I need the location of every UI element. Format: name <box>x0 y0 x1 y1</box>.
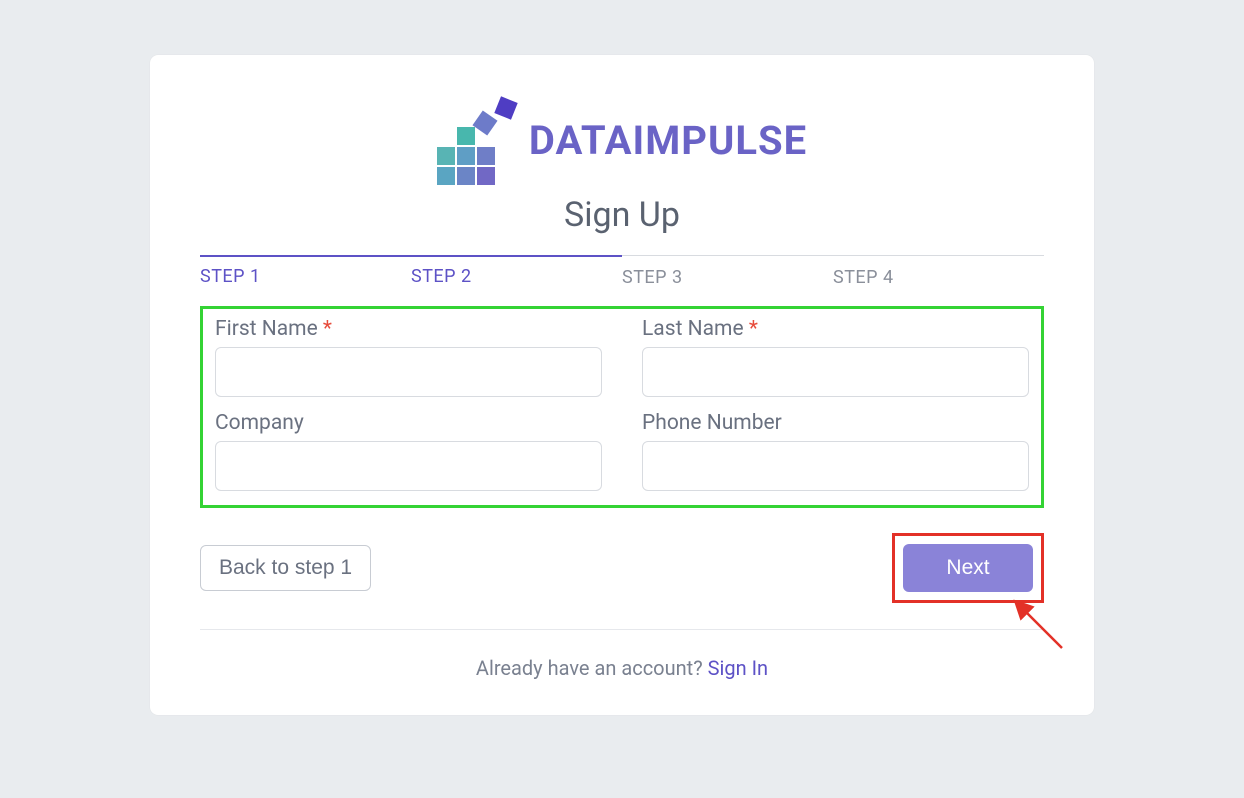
logo-text: DATAIMPULSE <box>529 117 807 164</box>
signup-card: DATAIMPULSE Sign Up STEP 1 STEP 2 STEP 3… <box>150 55 1094 715</box>
logo-mark-icon <box>437 95 517 185</box>
signin-link[interactable]: Sign In <box>708 656 768 680</box>
form-highlight-box: First Name * Last Name * Company Phone N… <box>200 306 1044 508</box>
phone-input[interactable] <box>642 441 1029 491</box>
step-indicator: STEP 1 STEP 2 STEP 3 STEP 4 <box>200 255 1044 288</box>
step-1[interactable]: STEP 1 <box>200 266 411 288</box>
step-2[interactable]: STEP 2 <box>411 266 622 288</box>
company-field: Company <box>215 411 602 491</box>
annotation-arrow-icon <box>1007 593 1067 653</box>
step-4[interactable]: STEP 4 <box>833 267 1044 288</box>
signin-prompt: Already have an account? Sign In <box>200 656 1044 680</box>
form-actions: Back to step 1 Next <box>200 533 1044 630</box>
phone-label: Phone Number <box>642 411 1029 435</box>
signin-prompt-text: Already have an account? <box>476 656 708 680</box>
page-title: Sign Up <box>200 195 1044 235</box>
next-highlight-box: Next <box>892 533 1044 603</box>
company-input[interactable] <box>215 441 602 491</box>
last-name-field: Last Name * <box>642 317 1029 397</box>
back-button[interactable]: Back to step 1 <box>200 545 371 591</box>
phone-field: Phone Number <box>642 411 1029 491</box>
first-name-label: First Name * <box>215 317 602 341</box>
step-3[interactable]: STEP 3 <box>622 267 833 288</box>
last-name-input[interactable] <box>642 347 1029 397</box>
first-name-field: First Name * <box>215 317 602 397</box>
company-label: Company <box>215 411 602 435</box>
next-button[interactable]: Next <box>903 544 1033 592</box>
last-name-label: Last Name * <box>642 317 1029 341</box>
brand-logo: DATAIMPULSE <box>437 95 807 185</box>
first-name-input[interactable] <box>215 347 602 397</box>
logo-container: DATAIMPULSE <box>200 95 1044 185</box>
